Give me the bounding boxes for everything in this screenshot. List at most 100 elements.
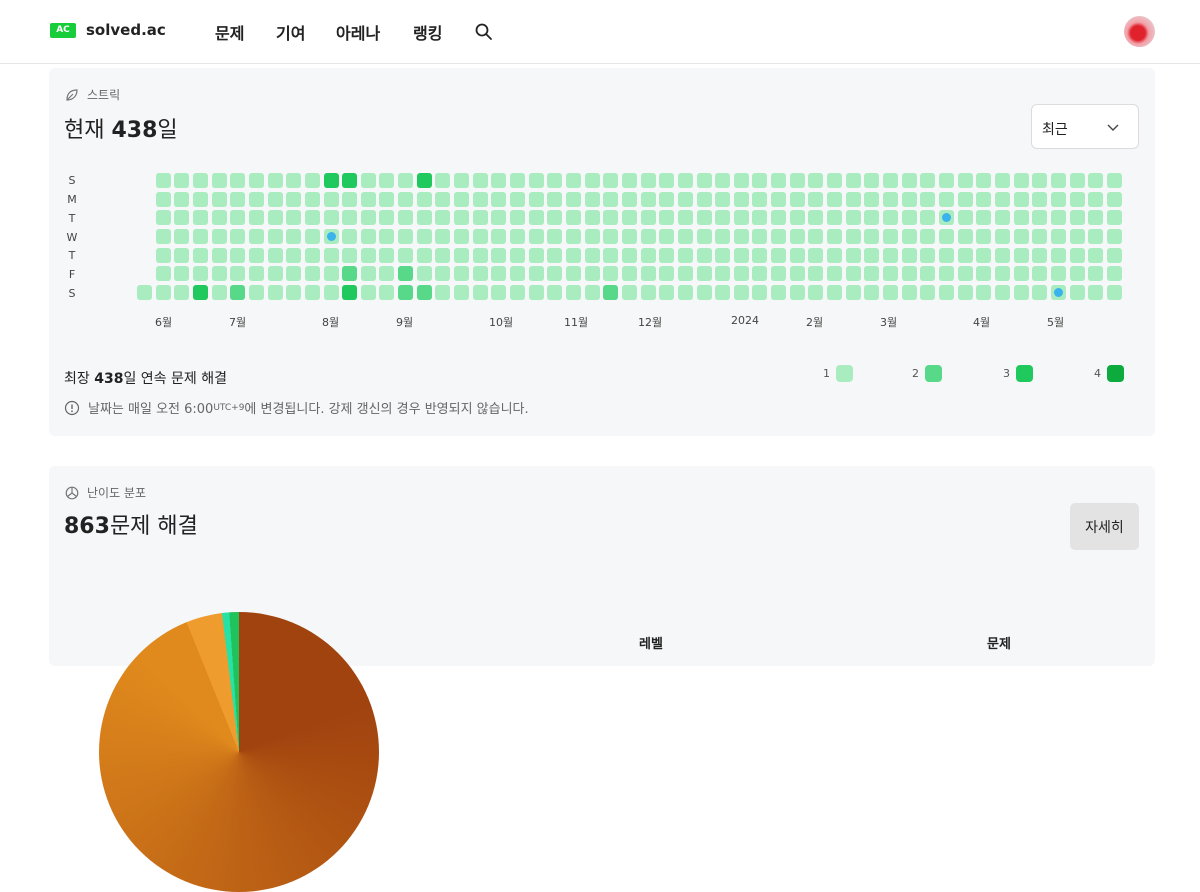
streak-cell[interactable] [472, 284, 488, 300]
streak-cell[interactable] [192, 247, 208, 263]
streak-cell[interactable] [957, 266, 973, 282]
streak-cell[interactable] [547, 210, 563, 226]
streak-cell[interactable] [715, 210, 731, 226]
streak-cell[interactable] [733, 266, 749, 282]
streak-cell[interactable] [1106, 228, 1122, 244]
streak-cell[interactable] [883, 284, 898, 300]
streak-cell[interactable] [379, 284, 395, 300]
streak-cell[interactable] [547, 173, 563, 188]
streak-cell[interactable] [174, 228, 190, 244]
streak-cell[interactable] [976, 228, 992, 244]
streak-cell[interactable] [323, 191, 339, 207]
streak-cell[interactable] [621, 247, 637, 263]
streak-cell[interactable] [192, 191, 208, 207]
streak-cell[interactable] [416, 247, 432, 263]
streak-cell[interactable] [360, 266, 376, 282]
streak-cell[interactable] [155, 266, 171, 282]
streak-cell[interactable] [584, 247, 600, 263]
nav-arena[interactable]: 아레나 [336, 20, 380, 44]
streak-cell[interactable] [901, 247, 917, 263]
streak-cell[interactable] [416, 210, 432, 226]
streak-cell[interactable] [696, 266, 712, 282]
streak-cell[interactable] [1050, 191, 1066, 207]
streak-cell[interactable] [771, 228, 787, 244]
streak-cell[interactable] [155, 247, 171, 263]
streak-cell[interactable] [640, 266, 656, 282]
streak-cell[interactable] [547, 266, 563, 282]
streak-cell[interactable] [1106, 191, 1122, 207]
streak-cell[interactable] [771, 266, 787, 282]
streak-cell[interactable] [733, 247, 749, 263]
streak-cell[interactable] [789, 266, 805, 282]
streak-cell[interactable] [957, 284, 973, 300]
streak-cell[interactable] [1069, 266, 1085, 282]
streak-cell[interactable] [677, 173, 693, 188]
streak-cell[interactable] [248, 284, 264, 300]
streak-cell[interactable] [472, 210, 488, 226]
streak-cell[interactable] [603, 191, 619, 207]
streak-cell[interactable] [472, 228, 488, 244]
streak-cell[interactable] [901, 191, 917, 207]
streak-cell[interactable] [864, 173, 880, 188]
streak-cell[interactable] [715, 284, 731, 300]
streak-cell[interactable] [715, 228, 731, 244]
streak-cell[interactable] [379, 173, 395, 188]
streak-cell[interactable] [137, 284, 152, 300]
streak-cell[interactable] [435, 228, 451, 244]
streak-cell[interactable] [435, 191, 451, 207]
streak-cell[interactable] [696, 247, 712, 263]
streak-cell[interactable] [827, 266, 843, 282]
streak-cell[interactable] [938, 284, 954, 300]
streak-cell[interactable] [155, 210, 171, 226]
streak-cell[interactable] [901, 266, 917, 282]
streak-cell[interactable] [621, 210, 637, 226]
streak-cell[interactable] [304, 210, 320, 226]
streak-cell[interactable] [603, 173, 619, 188]
streak-cell[interactable] [864, 247, 880, 263]
streak-cell[interactable] [472, 191, 488, 207]
streak-cell[interactable] [1050, 247, 1066, 263]
streak-cell[interactable] [640, 191, 656, 207]
streak-cell[interactable] [286, 173, 302, 188]
streak-cell[interactable] [267, 266, 283, 282]
streak-cell[interactable] [938, 228, 954, 244]
streak-cell[interactable] [883, 247, 898, 263]
streak-cell[interactable] [454, 191, 470, 207]
streak-cell[interactable] [398, 228, 414, 244]
streak-cell[interactable] [677, 266, 693, 282]
streak-cell[interactable] [491, 173, 507, 188]
streak-cell[interactable] [696, 284, 712, 300]
streak-cell[interactable] [957, 173, 973, 188]
streak-cell[interactable] [342, 266, 358, 282]
streak-cell[interactable] [491, 191, 507, 207]
streak-cell[interactable] [547, 284, 563, 300]
streak-cell[interactable] [1032, 191, 1048, 207]
streak-cell[interactable] [286, 266, 302, 282]
streak-cell[interactable] [472, 247, 488, 263]
streak-cell[interactable] [192, 210, 208, 226]
streak-cell[interactable] [957, 210, 973, 226]
streak-cell[interactable] [640, 284, 656, 300]
detail-button[interactable]: 자세히 [1070, 503, 1139, 550]
streak-cell[interactable] [1106, 210, 1122, 226]
streak-cell[interactable] [994, 228, 1010, 244]
streak-cell[interactable] [342, 284, 358, 300]
streak-cell[interactable] [938, 173, 954, 188]
streak-cell[interactable] [192, 284, 208, 300]
streak-cell[interactable] [827, 191, 843, 207]
streak-cell[interactable] [845, 247, 861, 263]
streak-cell[interactable] [659, 266, 675, 282]
streak-cell[interactable] [248, 191, 264, 207]
streak-cell[interactable] [360, 247, 376, 263]
streak-cell[interactable] [677, 191, 693, 207]
streak-cell[interactable] [1013, 284, 1029, 300]
streak-cell[interactable] [715, 266, 731, 282]
streak-cell[interactable] [733, 191, 749, 207]
streak-cell[interactable] [398, 284, 414, 300]
streak-cell[interactable] [267, 210, 283, 226]
streak-cell[interactable] [360, 191, 376, 207]
streak-cell[interactable] [230, 247, 246, 263]
nav-problems[interactable]: 문제 [215, 20, 244, 44]
streak-cell[interactable] [286, 210, 302, 226]
streak-cell[interactable] [435, 266, 451, 282]
